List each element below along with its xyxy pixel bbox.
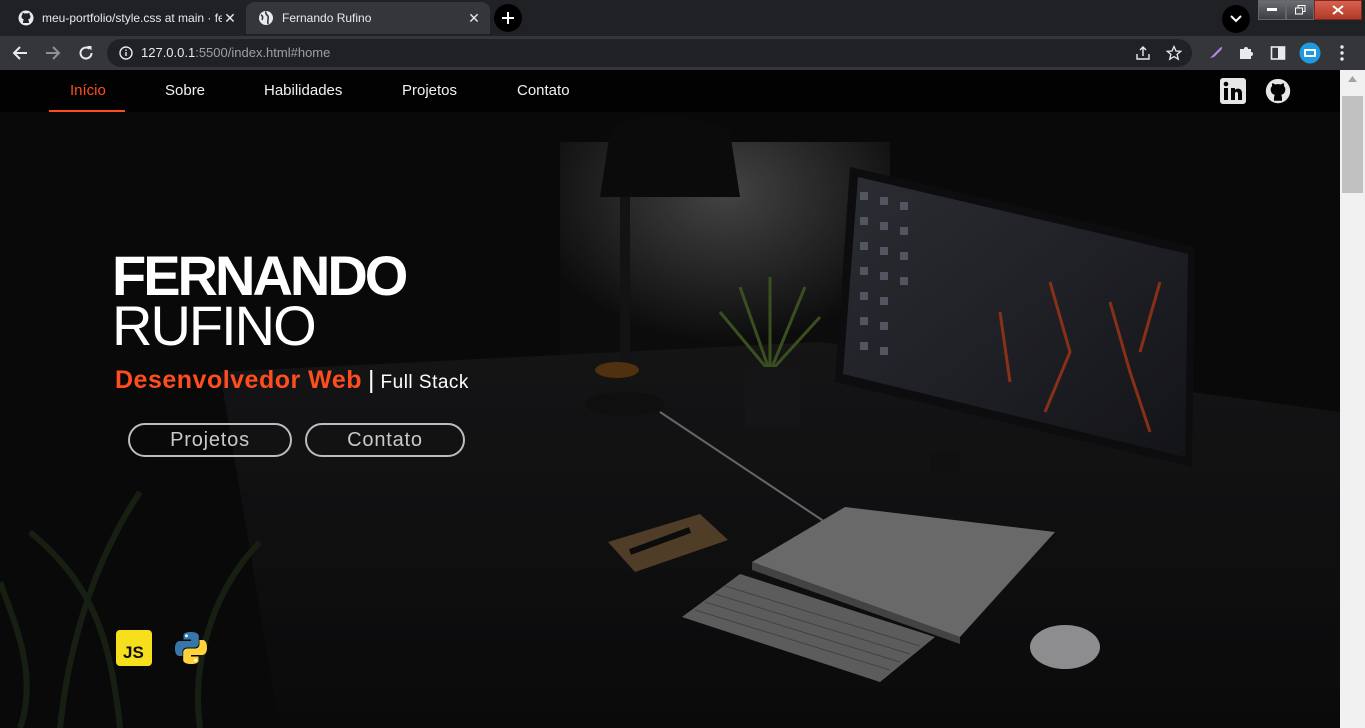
page-scrollbar[interactable] [1340, 70, 1365, 728]
puzzle-extensions-icon[interactable] [1235, 42, 1257, 64]
menu-kebab-icon[interactable] [1331, 42, 1353, 64]
close-icon[interactable]: ✕ [222, 10, 238, 26]
nav-link-contato[interactable]: Contato [517, 82, 570, 99]
web-page: Início Sobre Habilidades Projetos Contat… [0, 70, 1340, 728]
restore-button[interactable] [1286, 0, 1314, 20]
address-url: 127.0.0.1:5500/index.html#home [141, 45, 331, 60]
browser-toolbar: 127.0.0.1:5500/index.html#home [0, 36, 1365, 70]
contato-button[interactable]: Contato [305, 423, 465, 457]
javascript-icon: JS [116, 630, 152, 666]
scroll-up-arrow-icon[interactable] [1340, 70, 1365, 87]
browser-tab-bar: meu-portfolio/style.css at main · fernan… [0, 0, 1365, 36]
nav-link-projetos[interactable]: Projetos [402, 82, 457, 99]
browser-tab-github[interactable]: meu-portfolio/style.css at main · fernan… [8, 2, 246, 34]
hero-separator: | [368, 366, 375, 394]
share-icon[interactable] [1134, 44, 1152, 62]
nav-link-habilidades[interactable]: Habilidades [264, 82, 342, 99]
javascript-icon-label: JS [123, 643, 144, 662]
window-controls [1258, 0, 1362, 20]
site-navbar: Início Sobre Habilidades Projetos Contat… [0, 70, 1340, 112]
github-icon[interactable] [1265, 78, 1291, 104]
reload-icon[interactable] [75, 42, 97, 64]
close-icon[interactable]: ✕ [466, 10, 482, 26]
github-icon [18, 10, 34, 26]
hero-stack: Full Stack [380, 372, 469, 393]
hero-role: Desenvolvedor Web [115, 366, 363, 394]
nav-link-sobre[interactable]: Sobre [165, 82, 205, 99]
minimize-button[interactable] [1258, 0, 1286, 20]
address-bar[interactable]: 127.0.0.1:5500/index.html#home [107, 39, 1192, 67]
forward-arrow-icon[interactable] [42, 42, 64, 64]
star-icon[interactable] [1165, 44, 1183, 62]
tab-title: meu-portfolio/style.css at main · fernan… [42, 11, 222, 25]
hero-last-name: RUFINO [112, 294, 317, 357]
scroll-thumb[interactable] [1342, 96, 1363, 193]
browser-tab-active[interactable]: Fernando Rufino ✕ [246, 2, 490, 34]
window-close-button[interactable] [1314, 0, 1362, 20]
info-icon[interactable] [117, 44, 135, 62]
tab-search-button[interactable] [1222, 5, 1250, 33]
linkedin-icon[interactable] [1220, 78, 1246, 104]
projetos-button[interactable]: Projetos [128, 423, 292, 457]
hero-subtitle: Desenvolvedor Web | Full Stack [115, 366, 469, 395]
side-panel-icon[interactable] [1267, 42, 1289, 64]
feather-extension-icon[interactable] [1204, 42, 1226, 64]
active-nav-indicator [49, 110, 125, 112]
tab-title: Fernando Rufino [282, 11, 372, 25]
profile-avatar[interactable] [1299, 42, 1321, 64]
python-icon [173, 630, 209, 666]
back-arrow-icon[interactable] [9, 42, 31, 64]
globe-icon [258, 10, 274, 26]
new-tab-button[interactable] [494, 4, 522, 32]
nav-link-inicio[interactable]: Início [70, 82, 106, 99]
